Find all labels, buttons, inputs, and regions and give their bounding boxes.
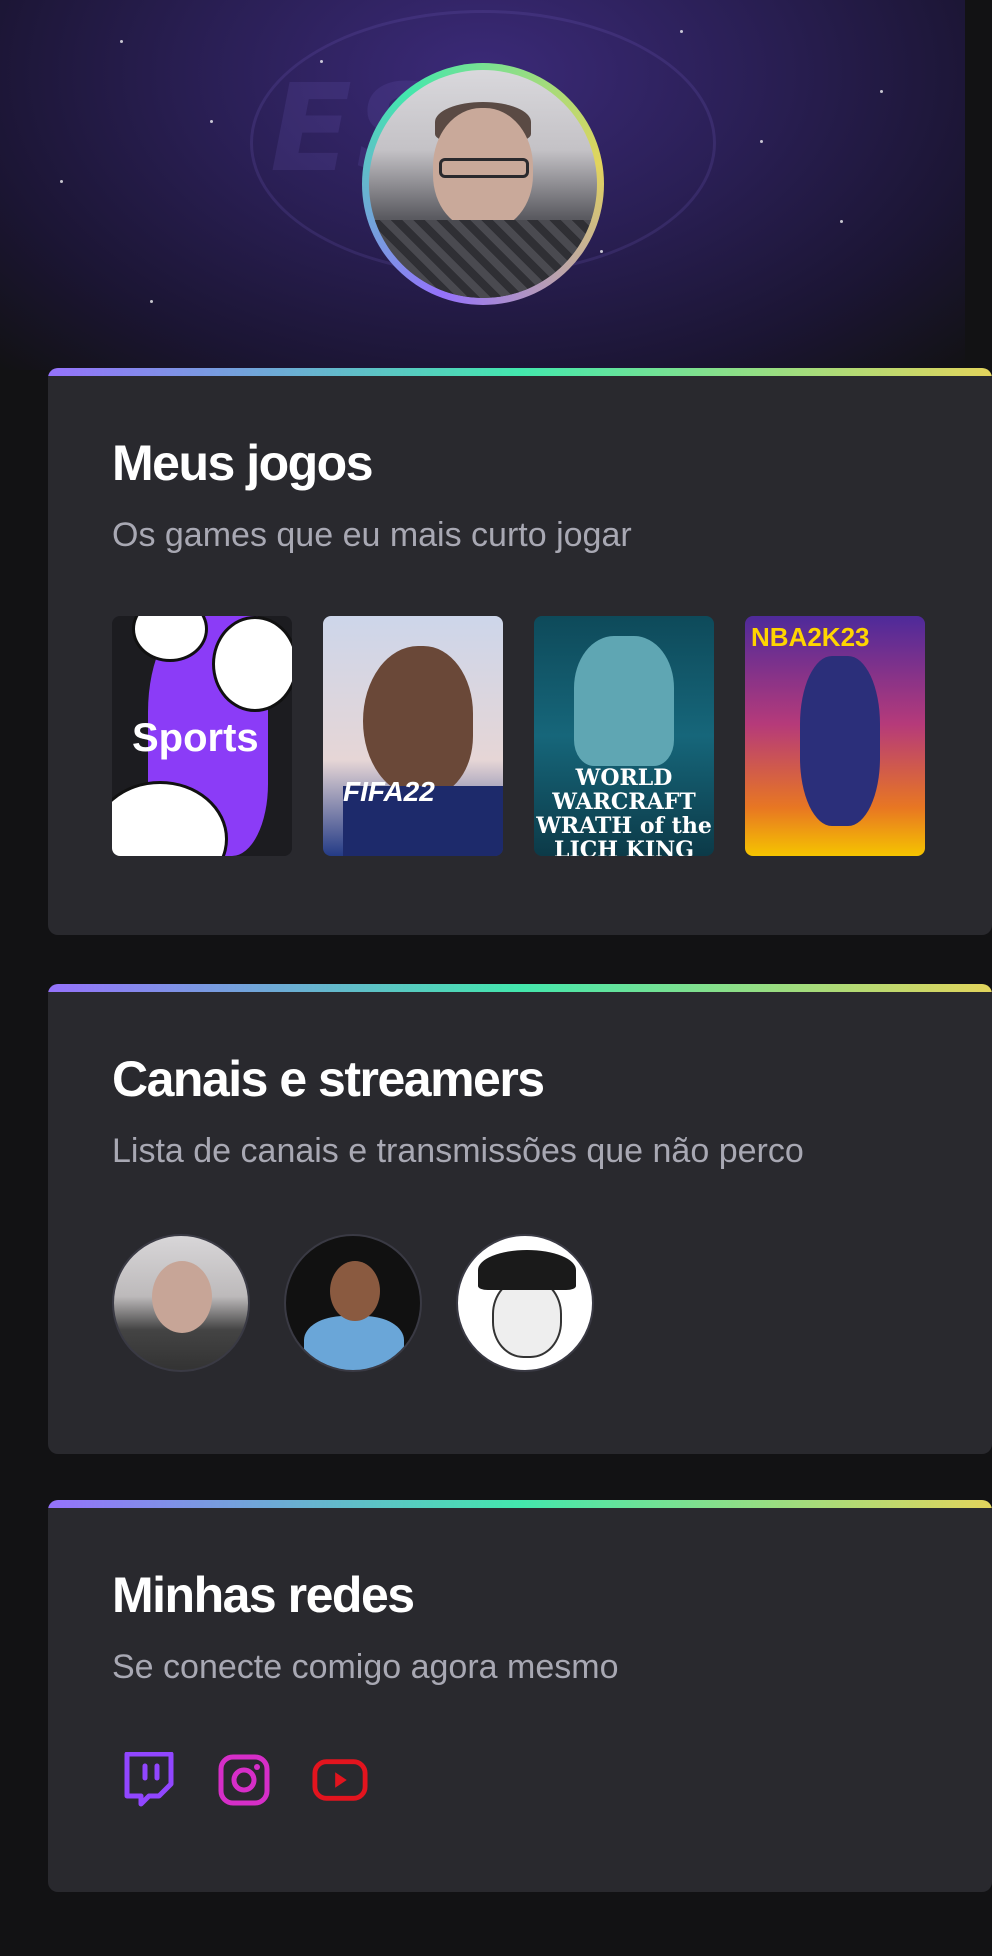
game-cover-label: FIFA22 [343,776,435,807]
channels-title: Canais e streamers [112,1051,545,1107]
channels-card: Canais e streamers Lista de canais e tra… [48,984,992,1454]
profile-avatar [362,63,604,305]
channel-avatar[interactable] [284,1234,422,1372]
game-cover-sports[interactable]: Sports [112,616,292,856]
hero-banner: ES [0,0,965,370]
twitch-link[interactable] [120,1752,176,1808]
games-list: Sports FIFA22 WORLD WARCRAFT WRATH of th… [112,616,925,856]
game-cover-fifa22[interactable]: FIFA22 [323,616,503,856]
games-title: Meus jogos [112,435,374,491]
social-card: Minhas redes Se conecte comigo agora mes… [48,1500,992,1892]
channels-list [112,1234,594,1372]
social-title: Minhas redes [112,1567,415,1623]
game-cover-nba2k23[interactable]: NBA2K23 [745,616,925,856]
profile-avatar-image [369,70,597,298]
game-cover-label: Sports [132,716,259,760]
game-cover-label: NBA2K23 [751,622,870,652]
instagram-icon [218,1754,270,1806]
social-subtitle: Se conecte comigo agora mesmo [112,1648,619,1686]
channels-subtitle: Lista de canais e transmissões que não p… [112,1132,804,1170]
game-cover-wow-lich-king[interactable]: WORLD WARCRAFT WRATH of the LICH KING CL… [534,616,714,856]
twitch-icon [124,1752,174,1807]
youtube-icon [312,1759,368,1801]
instagram-link[interactable] [216,1752,272,1808]
games-subtitle: Os games que eu mais curto jogar [112,516,632,554]
social-links [120,1752,368,1808]
games-card: Meus jogos Os games que eu mais curto jo… [48,368,992,935]
channel-avatar[interactable] [112,1234,250,1372]
youtube-link[interactable] [312,1752,368,1808]
game-cover-label: WORLD WARCRAFT WRATH of the LICH KING CL… [536,765,712,856]
channel-avatar[interactable] [456,1234,594,1372]
